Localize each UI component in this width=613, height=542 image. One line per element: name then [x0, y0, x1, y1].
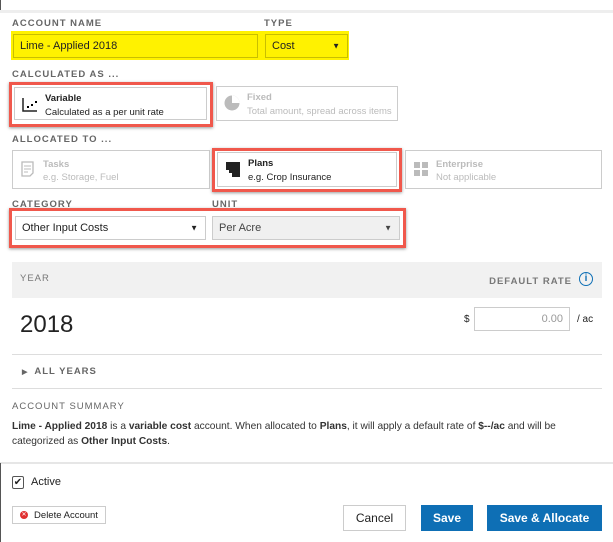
default-rate-header: DEFAULT RATE — [489, 276, 572, 287]
default-rate-input[interactable]: 0.00 — [474, 307, 570, 331]
summary-kind: variable cost — [128, 421, 192, 432]
summary-name: Lime - Applied 2018 — [12, 421, 108, 432]
allocated-to-label: ALLOCATED TO ... — [12, 134, 113, 145]
left-border — [0, 463, 1, 542]
category-select[interactable]: Other Input Costs ▼ — [15, 216, 206, 240]
save-allocate-button[interactable]: Save & Allocate — [487, 505, 602, 531]
summary-text: account. When allocated to — [191, 421, 320, 432]
cancel-button[interactable]: Cancel — [343, 505, 406, 531]
account-summary-label: ACCOUNT SUMMARY — [12, 401, 125, 412]
active-label: Active — [31, 476, 61, 488]
option-title: Enterprise — [436, 159, 483, 170]
active-checkbox[interactable]: ✔ — [12, 476, 24, 489]
left-border — [0, 0, 1, 10]
calc-fixed-option[interactable]: Fixed Total amount, spread across items — [216, 86, 398, 121]
grid-icon — [414, 162, 428, 176]
currency-symbol: $ — [464, 314, 470, 325]
account-name-input[interactable]: Lime - Applied 2018 — [13, 34, 258, 58]
summary-rate: $--/ac — [478, 421, 505, 432]
category-value: Other Input Costs — [22, 222, 109, 234]
scatter-chart-icon — [22, 98, 37, 112]
year-header: YEAR — [20, 273, 50, 284]
divider — [12, 354, 602, 355]
top-divider — [0, 10, 613, 13]
type-label: TYPE — [264, 18, 293, 29]
type-select[interactable]: Cost ▼ — [265, 34, 348, 58]
account-summary-text: Lime - Applied 2018 is a variable cost a… — [12, 419, 602, 449]
pie-chart-icon — [224, 95, 240, 111]
unit-value: Per Acre — [219, 222, 262, 234]
caret-right-icon: ▶ — [22, 369, 29, 376]
footer-divider — [0, 462, 613, 464]
option-subtitle: e.g. Crop Insurance — [248, 172, 332, 183]
delete-account-button[interactable]: ✕ Delete Account — [12, 506, 106, 524]
all-years-toggle[interactable]: ▶ ALL YEARS — [22, 366, 97, 377]
save-button[interactable]: Save — [421, 505, 473, 531]
type-value: Cost — [272, 40, 295, 52]
summary-text: , it will apply a default rate of — [346, 421, 479, 432]
notepad-icon — [21, 161, 34, 177]
info-icon[interactable]: i — [579, 272, 593, 286]
all-years-label: ALL YEARS — [34, 366, 97, 377]
calculated-as-label: CALCULATED AS ... — [12, 69, 120, 80]
alloc-plans-option[interactable]: Plans e.g. Crop Insurance — [217, 152, 397, 187]
divider — [12, 388, 602, 389]
option-title: Variable — [45, 93, 82, 104]
option-title: Plans — [248, 158, 274, 169]
summary-text: . — [167, 436, 170, 447]
chevron-down-icon: ▼ — [190, 223, 198, 233]
delete-icon: ✕ — [20, 511, 29, 519]
summary-text: is a — [107, 421, 129, 432]
summary-category: Other Input Costs — [81, 436, 168, 447]
chevron-down-icon: ▼ — [384, 223, 392, 233]
option-subtitle: e.g. Storage, Fuel — [43, 172, 119, 183]
summary-alloc: Plans — [319, 421, 347, 432]
calc-variable-option[interactable]: Variable Calculated as a per unit rate — [14, 87, 207, 120]
per-unit-label: / ac — [577, 314, 594, 325]
option-title: Fixed — [247, 92, 272, 103]
chevron-down-icon: ▼ — [332, 41, 340, 51]
alloc-tasks-option[interactable]: Tasks e.g. Storage, Fuel — [12, 150, 210, 189]
option-subtitle: Total amount, spread across items — [247, 106, 392, 117]
delete-label: Delete Account — [34, 509, 98, 521]
option-title: Tasks — [43, 159, 70, 170]
option-subtitle: Not applicable — [436, 172, 497, 183]
account-name-label: ACCOUNT NAME — [12, 18, 103, 29]
year-value: 2018 — [20, 311, 74, 338]
plans-icon — [226, 162, 240, 177]
unit-select[interactable]: Per Acre ▼ — [212, 216, 400, 240]
option-subtitle: Calculated as a per unit rate — [45, 107, 164, 118]
alloc-enterprise-option[interactable]: Enterprise Not applicable — [405, 150, 602, 189]
